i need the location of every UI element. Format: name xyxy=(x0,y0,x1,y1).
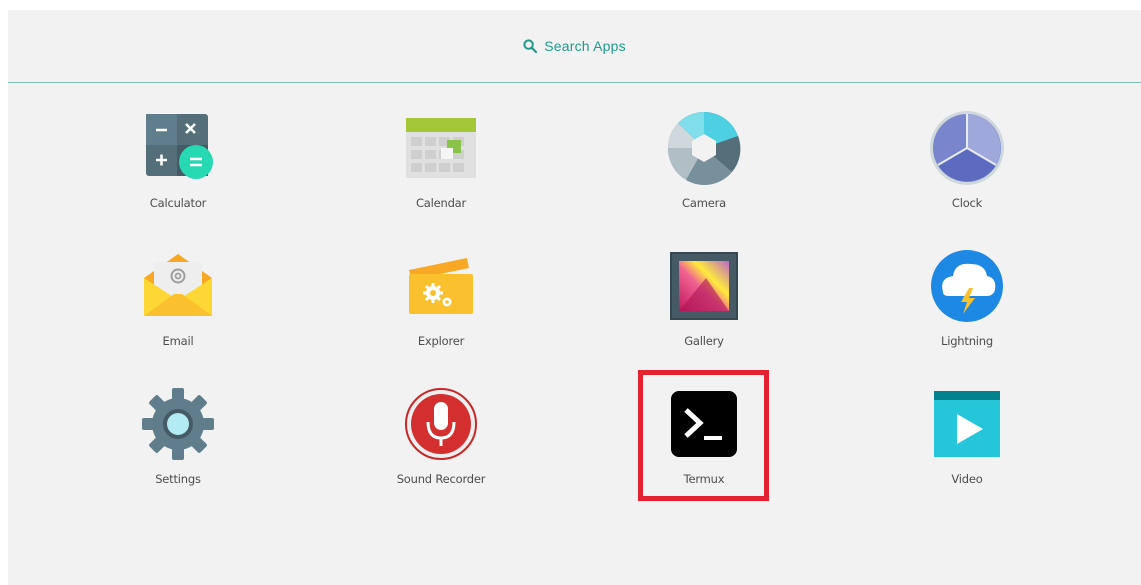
app-label: Calendar xyxy=(415,196,467,210)
clock-icon xyxy=(930,111,1004,185)
app-label: Clock xyxy=(951,196,983,210)
email-icon xyxy=(144,254,212,316)
app-calculator[interactable]: Calculator xyxy=(98,110,258,220)
search-apps-label: Search Apps xyxy=(544,38,626,54)
app-explorer[interactable]: Explorer xyxy=(361,248,521,358)
gallery-icon xyxy=(670,252,738,320)
explorer-icon xyxy=(409,258,473,314)
search-icon xyxy=(523,39,538,53)
search-apps-button[interactable]: Search Apps xyxy=(8,10,1141,83)
sound-recorder-icon xyxy=(405,388,477,460)
lightning-icon xyxy=(931,250,1003,322)
app-settings[interactable]: Settings xyxy=(98,386,258,496)
app-label: Video xyxy=(951,472,983,486)
video-icon xyxy=(934,391,1000,457)
app-label: Calculator xyxy=(149,196,207,210)
app-email[interactable]: Email xyxy=(98,248,258,358)
app-label: Explorer xyxy=(417,334,465,348)
app-label: Lightning xyxy=(941,334,993,348)
app-camera[interactable]: Camera xyxy=(624,110,784,220)
app-calendar[interactable]: Calendar xyxy=(361,110,521,220)
calendar-icon xyxy=(406,118,476,178)
app-lightning[interactable]: Lightning xyxy=(887,248,1047,358)
app-label: Settings xyxy=(155,472,201,486)
app-label: Sound Recorder xyxy=(396,472,486,486)
app-label: Email xyxy=(162,334,194,348)
app-gallery[interactable]: Gallery xyxy=(624,248,784,358)
app-label: Camera xyxy=(682,196,726,210)
calculator-icon xyxy=(146,114,213,179)
app-drawer: Search Apps Calculator Calendar Camera C… xyxy=(8,10,1141,585)
app-clock[interactable]: Clock xyxy=(887,110,1047,220)
app-sound-recorder[interactable]: Sound Recorder xyxy=(361,386,521,496)
app-video[interactable]: Video xyxy=(887,386,1047,496)
app-label: Gallery xyxy=(684,334,724,348)
termux-highlight-box xyxy=(638,370,769,501)
camera-icon xyxy=(667,111,741,186)
settings-icon xyxy=(142,388,214,460)
